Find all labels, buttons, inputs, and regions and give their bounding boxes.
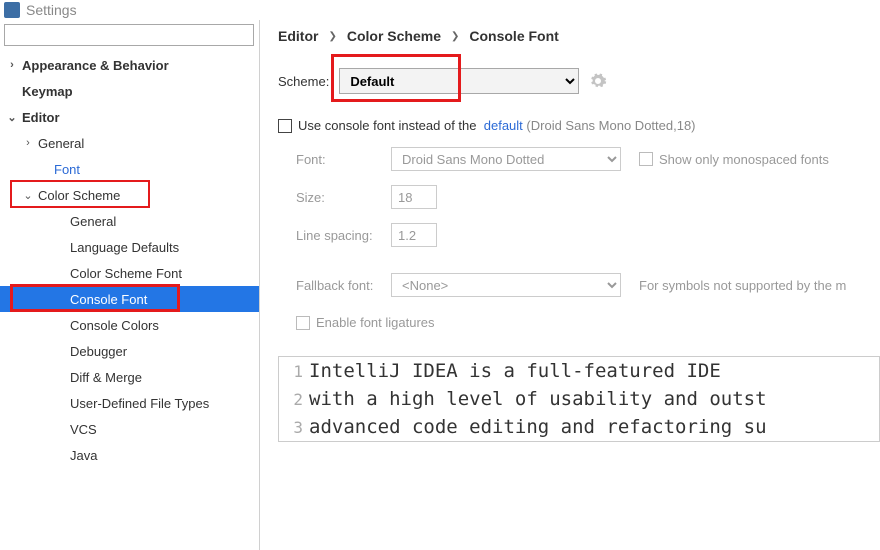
content-pane: Editor ❯ Color Scheme ❯ Console Font Sch… xyxy=(260,20,880,550)
sidebar-item-label: Language Defaults xyxy=(70,240,179,255)
window-titlebar: Settings xyxy=(0,0,880,20)
chevron-right-icon: ❯ xyxy=(328,31,336,42)
window-title: Settings xyxy=(26,2,77,18)
sidebar-item-general[interactable]: › General xyxy=(0,130,259,156)
scheme-select[interactable]: Default xyxy=(339,68,579,94)
sidebar-item-label: VCS xyxy=(70,422,97,437)
sidebar-item-font[interactable]: ›Font xyxy=(0,156,259,182)
sidebar-item-user-defined-file-types[interactable]: ›User-Defined File Types xyxy=(0,390,259,416)
highlight-box xyxy=(10,180,150,208)
fallback-hint: For symbols not supported by the m xyxy=(639,278,846,293)
fallback-label: Fallback font: xyxy=(296,278,391,293)
app-icon xyxy=(4,2,20,18)
sidebar-item-label: General xyxy=(70,214,116,229)
fallback-select[interactable]: <None> xyxy=(391,273,621,297)
breadcrumb-console-font: Console Font xyxy=(469,28,558,44)
sidebar-item-label: Java xyxy=(70,448,97,463)
preview-line: 3advanced code editing and refactoring s… xyxy=(279,413,879,441)
sidebar-item-label: Appearance & Behavior xyxy=(22,58,169,73)
line-number: 2 xyxy=(279,390,309,409)
sidebar-item-label: Console Colors xyxy=(70,318,159,333)
size-label: Size: xyxy=(296,190,391,205)
line-number: 1 xyxy=(279,362,309,381)
sidebar-item-label: Color Scheme Font xyxy=(70,266,182,281)
sidebar-item-vcs[interactable]: ›VCS xyxy=(0,416,259,442)
sidebar-item-editor[interactable]: ⌄ Editor xyxy=(0,104,259,130)
scheme-label: Scheme: xyxy=(278,74,329,89)
sidebar-item-java[interactable]: ›Java xyxy=(0,442,259,468)
sidebar-item-console-colors[interactable]: ›Console Colors xyxy=(0,312,259,338)
gear-icon[interactable] xyxy=(589,72,607,90)
chevron-right-icon: › xyxy=(6,59,18,71)
preview-text: advanced code editing and refactoring su xyxy=(309,416,767,438)
sidebar-item-diff-merge[interactable]: ›Diff & Merge xyxy=(0,364,259,390)
highlight-box xyxy=(10,284,180,312)
sidebar-item-debugger[interactable]: ›Debugger xyxy=(0,338,259,364)
monospaced-label: Show only monospaced fonts xyxy=(659,152,829,167)
sidebar-item-language-defaults[interactable]: ›Language Defaults xyxy=(0,234,259,260)
use-console-font-checkbox[interactable] xyxy=(278,119,292,133)
sidebar-item-keymap[interactable]: ›Keymap xyxy=(0,78,259,104)
font-select[interactable]: Droid Sans Mono Dotted xyxy=(391,147,621,171)
monospaced-checkbox[interactable] xyxy=(639,152,653,166)
use-console-font-label: Use console font instead of the default … xyxy=(298,118,696,133)
breadcrumb-color-scheme[interactable]: Color Scheme xyxy=(347,28,441,44)
font-label: Font: xyxy=(296,152,391,167)
sidebar-item-label: Debugger xyxy=(70,344,127,359)
sidebar-item-label: User-Defined File Types xyxy=(70,396,209,411)
breadcrumb: Editor ❯ Color Scheme ❯ Console Font xyxy=(278,26,880,44)
preview-line: 1IntelliJ IDEA is a full-featured IDE xyxy=(279,357,879,385)
size-input[interactable] xyxy=(391,185,437,209)
breadcrumb-editor[interactable]: Editor xyxy=(278,28,318,44)
font-preview: 1IntelliJ IDEA is a full-featured IDE2wi… xyxy=(278,356,880,442)
sidebar-item-label: General xyxy=(38,136,84,151)
line-number: 3 xyxy=(279,418,309,437)
sidebar-item-label: Keymap xyxy=(22,84,73,99)
settings-tree: ›Appearance & Behavior›Keymap⌄Editor›Gen… xyxy=(0,52,259,550)
sidebar-item-label: Editor xyxy=(22,110,60,125)
sidebar-item-color-scheme-font[interactable]: ›Color Scheme Font xyxy=(0,260,259,286)
ligatures-checkbox[interactable] xyxy=(296,316,310,330)
sidebar-item-label: Diff & Merge xyxy=(70,370,142,385)
chevron-right-icon: › xyxy=(22,137,34,149)
preview-text: with a high level of usability and outst xyxy=(309,388,767,410)
preview-line: 2with a high level of usability and outs… xyxy=(279,385,879,413)
default-font-link[interactable]: default xyxy=(484,118,523,133)
ligatures-label: Enable font ligatures xyxy=(316,315,435,330)
spacing-label: Line spacing: xyxy=(296,228,391,243)
chevron-right-icon: ❯ xyxy=(451,31,459,42)
spacing-input[interactable] xyxy=(391,223,437,247)
sidebar-item-general[interactable]: ›General xyxy=(0,208,259,234)
chevron-down-icon: ⌄ xyxy=(6,111,18,124)
sidebar-item-label: Font xyxy=(54,162,80,177)
preview-text: IntelliJ IDEA is a full-featured IDE xyxy=(309,360,721,382)
sidebar-item-appearance-behavior[interactable]: › Appearance & Behavior xyxy=(0,52,259,78)
search-input[interactable] xyxy=(4,24,254,46)
sidebar: ›Appearance & Behavior›Keymap⌄Editor›Gen… xyxy=(0,20,260,550)
